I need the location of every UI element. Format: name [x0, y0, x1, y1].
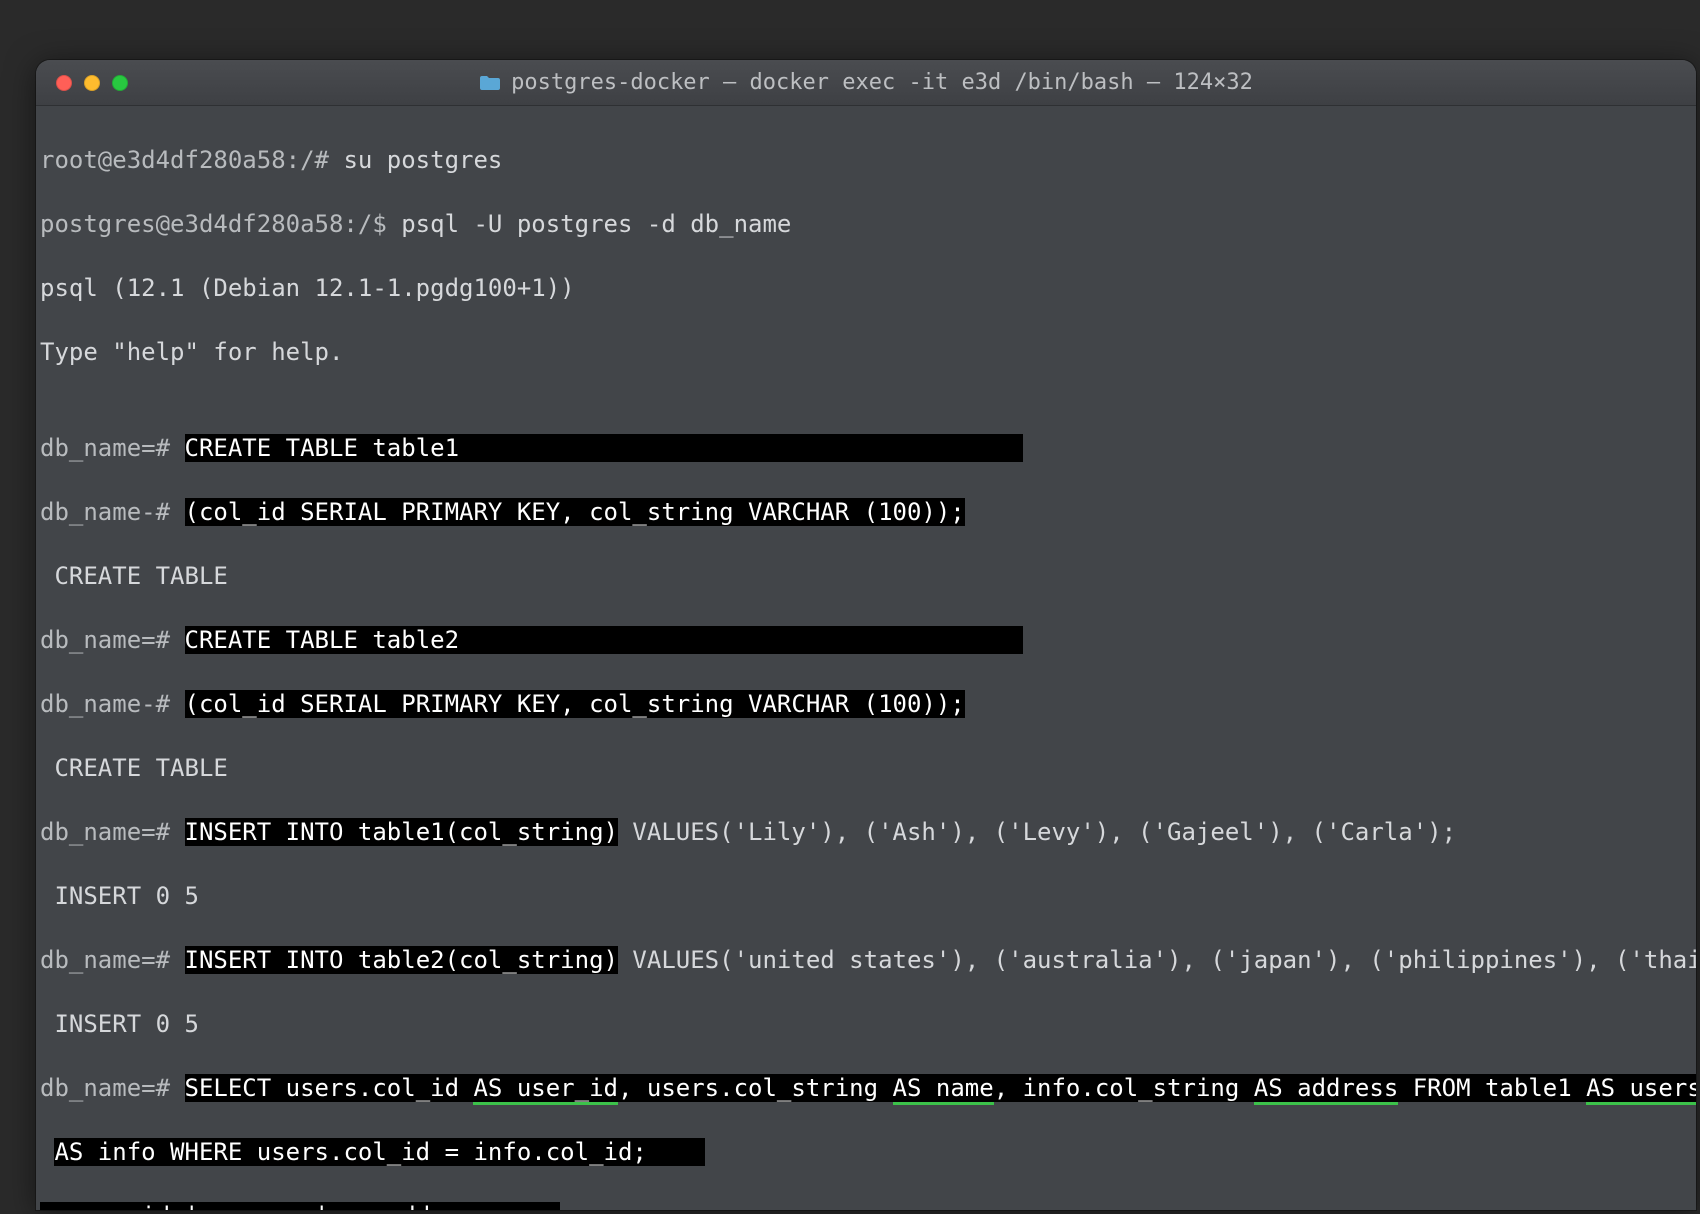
- folder-icon: [479, 75, 501, 91]
- sql-response: CREATE TABLE: [40, 560, 1692, 592]
- column-header-name: name: [228, 1202, 286, 1210]
- maximize-button[interactable]: [112, 75, 128, 91]
- sql-statement: CREATE TABLE table1: [185, 434, 1023, 462]
- window-title-text: postgres-docker — docker exec -it e3d /b…: [511, 70, 1253, 95]
- sql-select: SELECT users.col_id: [185, 1074, 474, 1102]
- sql-statement: INSERT INTO table1(col_string): [185, 818, 618, 846]
- psql-prompt: db_name=#: [40, 946, 185, 974]
- shell-command: su postgres: [343, 146, 502, 174]
- shell-prompt: root@e3d4df280a58:/#: [40, 146, 343, 174]
- terminal-output: psql (12.1 (Debian 12.1-1.pgdg100+1)): [40, 272, 1692, 304]
- terminal-output: Type "help" for help.: [40, 336, 1692, 368]
- shell-prompt: postgres@e3d4df280a58:/$: [40, 210, 401, 238]
- titlebar: postgres-docker — docker exec -it e3d /b…: [36, 60, 1696, 106]
- sql-response: INSERT 0 5: [40, 1008, 1692, 1040]
- sql-statement: CREATE TABLE table2: [185, 626, 1023, 654]
- psql-prompt: db_name-#: [40, 690, 185, 718]
- alias-as-users: AS users: [1586, 1074, 1696, 1105]
- psql-prompt: db_name=#: [40, 434, 185, 462]
- window-title: postgres-docker — docker exec -it e3d /b…: [36, 70, 1696, 95]
- alias-as-name: AS name: [893, 1074, 994, 1105]
- sql-statement: INSERT INTO table2(col_string): [185, 946, 618, 974]
- terminal-window: postgres-docker — docker exec -it e3d /b…: [36, 60, 1696, 1210]
- column-header-address: address: [387, 1202, 488, 1210]
- psql-prompt: db_name=#: [40, 626, 185, 654]
- minimize-button[interactable]: [84, 75, 100, 91]
- sql-select-continuation: AS info WHERE users.col_id = info.col_id…: [54, 1138, 704, 1166]
- sql-statement: (col_id SERIAL PRIMARY KEY, col_string V…: [185, 690, 965, 718]
- sql-response: INSERT 0 5: [40, 880, 1692, 912]
- traffic-lights: [36, 75, 128, 91]
- alias-as-user-id: AS user_id: [473, 1074, 618, 1105]
- terminal-body[interactable]: root@e3d4df280a58:/# su postgres postgre…: [36, 106, 1696, 1210]
- close-button[interactable]: [56, 75, 72, 91]
- psql-prompt: db_name=#: [40, 818, 185, 846]
- alias-as-address: AS address: [1254, 1074, 1399, 1105]
- shell-command: psql -U postgres -d db_name: [401, 210, 791, 238]
- column-header-user-id: user_id: [69, 1202, 170, 1210]
- psql-prompt: db_name-#: [40, 498, 185, 526]
- psql-prompt: db_name=#: [40, 1074, 185, 1102]
- sql-response: CREATE TABLE: [40, 752, 1692, 784]
- sql-values: VALUES('Lily'), ('Ash'), ('Levy'), ('Gaj…: [618, 818, 1456, 846]
- sql-values: VALUES('united states'), ('australia'), …: [618, 946, 1696, 974]
- sql-statement: (col_id SERIAL PRIMARY KEY, col_string V…: [185, 498, 965, 526]
